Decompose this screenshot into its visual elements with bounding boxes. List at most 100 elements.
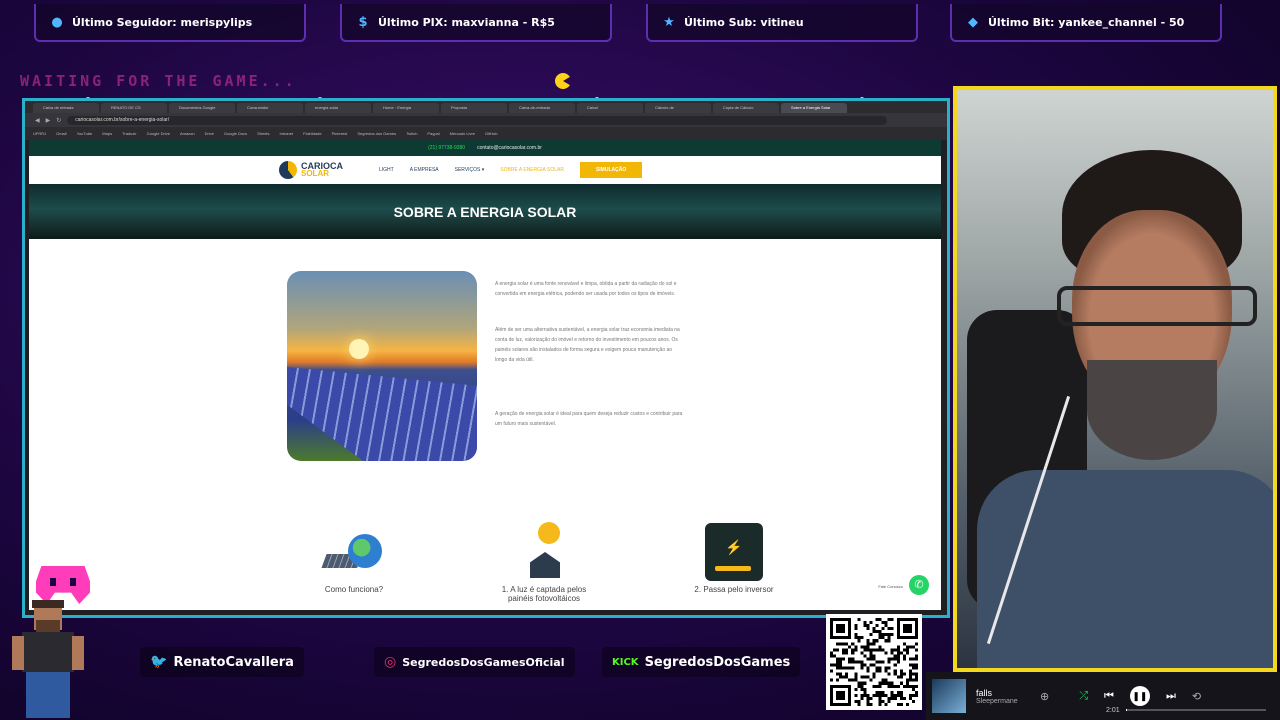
browser-tab[interactable]: energia solar [305, 103, 371, 113]
address-bar-row: ◀ ▶ ↻ cariocasolar.com.br/sobre-a-energi… [25, 113, 947, 127]
browser-tab[interactable]: Calcul [577, 103, 643, 113]
paragraph-3: A geração de energia solar é ideal para … [495, 411, 683, 427]
paragraph-1: A energia solar é uma fonte renovável e … [495, 281, 677, 297]
site-logo[interactable]: CARIOCA SOLAR [279, 161, 343, 179]
star-icon: ★ [663, 14, 675, 30]
back-icon[interactable]: ◀ [35, 117, 40, 124]
forward-icon[interactable]: ▶ [46, 117, 51, 124]
twitter-icon: 🐦 [150, 654, 168, 670]
album-art [932, 679, 966, 713]
content-area: A energia solar é uma fonte renovável e … [29, 239, 941, 609]
browser-tab[interactable]: Caixa-de-entrada [509, 103, 575, 113]
song-artist: Sleepermane [976, 697, 1018, 705]
site-email[interactable]: contato@cariocasolar.com.br [477, 145, 542, 151]
bookmark-item[interactable]: Mercado Livre [450, 131, 475, 136]
alert-last-sub: ★ Último Sub: vitineu [646, 4, 918, 42]
pixel-mascot-icon [12, 600, 84, 718]
add-icon[interactable]: ⊕ [1040, 690, 1049, 703]
bookmark-item[interactable]: Google Docs [224, 131, 247, 136]
bookmark-item[interactable]: Fidelidade [303, 131, 321, 136]
song-title: falls [976, 687, 993, 698]
bookmark-item[interactable]: Segredos dos Games [357, 131, 396, 136]
browser-tab[interactable]: Home · Energia [373, 103, 439, 113]
bookmark-item[interactable]: Traduzir [122, 131, 137, 136]
bookmark-item[interactable]: YouTube [77, 131, 93, 136]
shuffle-icon[interactable]: ⤮ [1079, 690, 1088, 703]
next-icon[interactable]: ⏭ [1166, 690, 1176, 703]
browser-tab[interactable]: Sobre a Energia Solar [781, 103, 847, 113]
browser-tab[interactable]: Proposta [441, 103, 507, 113]
logo-sun-icon [279, 161, 297, 179]
bookmark-item[interactable]: Google Drive [147, 131, 170, 136]
browser-tab[interactable]: Consumidor [237, 103, 303, 113]
previous-icon[interactable]: ⏮ [1104, 690, 1114, 703]
alert-last-pix: $ Último PIX: maxvianna - R$5 [340, 4, 612, 42]
pacman-icon [555, 73, 571, 89]
page-title: SOBRE A ENERGIA SOLAR [393, 203, 577, 220]
globe-panel-icon [321, 528, 384, 576]
features-row: Como funciona? 1. A luz é captada pelos … [299, 519, 789, 603]
alert-sub-text: Último Sub: vitineu [684, 15, 804, 29]
user-icon: ● [51, 14, 63, 30]
nav-servicos[interactable]: SERVIÇOS ▾ [455, 167, 485, 173]
pause-button[interactable]: ❚❚ [1129, 686, 1150, 706]
site-nav: CARIOCA SOLAR LIGHT A EMPRESA SERVIÇOS ▾… [29, 156, 941, 184]
waiting-banner: WAITING FOR THE GAME... [20, 72, 297, 90]
bookmark-item[interactable]: Pinterest [332, 131, 348, 136]
bookmark-item[interactable]: Amazon [180, 131, 195, 136]
dollar-icon: $ [358, 14, 368, 30]
elapsed-time: 2:01 [1106, 707, 1120, 714]
bookmark-item[interactable]: Twitch [406, 131, 417, 136]
alert-pix-text: Último PIX: maxvianna - R$5 [378, 15, 555, 29]
nav-empresa[interactable]: A EMPRESA [410, 167, 439, 173]
bookmark-item[interactable]: Paypal [427, 131, 439, 136]
feature-label: 1. A luz é captada pelos painéis fotovol… [501, 585, 587, 603]
bookmark-item[interactable]: Maps [102, 131, 112, 136]
browser-tab[interactable]: RENATO DE CS [101, 103, 167, 113]
website: (21) 97738-9380 contato@cariocasolar.com… [29, 140, 941, 610]
nav-light[interactable]: LIGHT [379, 167, 394, 173]
alert-last-bit: ◆ Último Bit: yankee_channel - 50 [950, 4, 1222, 42]
browser-tab[interactable]: Copia de Cálculo [713, 103, 779, 113]
bookmark-item[interactable]: Sheets [257, 131, 269, 136]
qr-code-icon [826, 614, 922, 710]
bookmark-item[interactable]: GitHub [485, 131, 497, 136]
instagram-icon: ◎ [384, 654, 397, 670]
site-phone[interactable]: (21) 97738-9380 [428, 145, 465, 151]
whatsapp-icon[interactable]: ✆ [909, 575, 929, 595]
bookmark-item[interactable]: Drive [205, 131, 214, 136]
bookmark-item[interactable]: Intranet [280, 131, 294, 136]
feature-inverter: ⚡ 2. Passa pelo inversor [679, 519, 789, 603]
tab-strip: Caixa de entrada RENATO DE CS Documentos G… [25, 101, 947, 113]
repeat-icon[interactable]: ⟲ [1192, 690, 1201, 703]
kick-handle: SegredosDosGames [644, 654, 791, 670]
browser-tab[interactable]: Documentos Google [169, 103, 235, 113]
url-input[interactable]: cariocasolar.com.br/sobre-a-energia-sola… [67, 115, 887, 125]
bookmark-item[interactable]: UFRRJ [33, 131, 46, 136]
browser-tab[interactable]: Cálculo de [645, 103, 711, 113]
diamond-icon: ◆ [968, 14, 978, 30]
social-kick: KICK SegredosDosGames [602, 647, 801, 677]
hero-banner: SOBRE A ENERGIA SOLAR [29, 184, 941, 239]
alert-follower-text: Último Seguidor: merispylips [72, 15, 253, 29]
whatsapp-label: Fale Conosco [878, 584, 903, 589]
solar-farm-image [287, 271, 477, 461]
nav-energia-solar[interactable]: SOBRE A ENERGIA SOLAR [500, 167, 564, 173]
inverter-icon: ⚡ [705, 523, 763, 581]
progress-bar[interactable] [1126, 709, 1266, 711]
reload-icon[interactable]: ↻ [56, 117, 61, 124]
qr-label: livepix.gg/segredosdosgames [826, 603, 919, 610]
logo-sub: SOLAR [301, 169, 329, 178]
feature-light-captured: 1. A luz é captada pelos painéis fotovol… [489, 519, 599, 603]
browser-tab[interactable]: Caixa de entrada [33, 103, 99, 113]
social-instagram: ◎ SegredosDosGamesOficial [374, 647, 575, 677]
alert-last-follower: ● Último Seguidor: merispylips [34, 4, 306, 42]
webcam-feed [953, 86, 1277, 672]
house-sun-icon [514, 522, 574, 582]
kick-icon: KICK [612, 656, 639, 668]
bookmarks-bar: UFRRJ Gmail YouTube Maps Traduzir Google Driv… [25, 127, 947, 140]
feature-how-it-works: Como funciona? [299, 519, 409, 603]
simulate-button[interactable]: SIMULAÇÃO [579, 162, 643, 178]
feature-label: 2. Passa pelo inversor [694, 585, 774, 594]
bookmark-item[interactable]: Gmail [56, 131, 66, 136]
